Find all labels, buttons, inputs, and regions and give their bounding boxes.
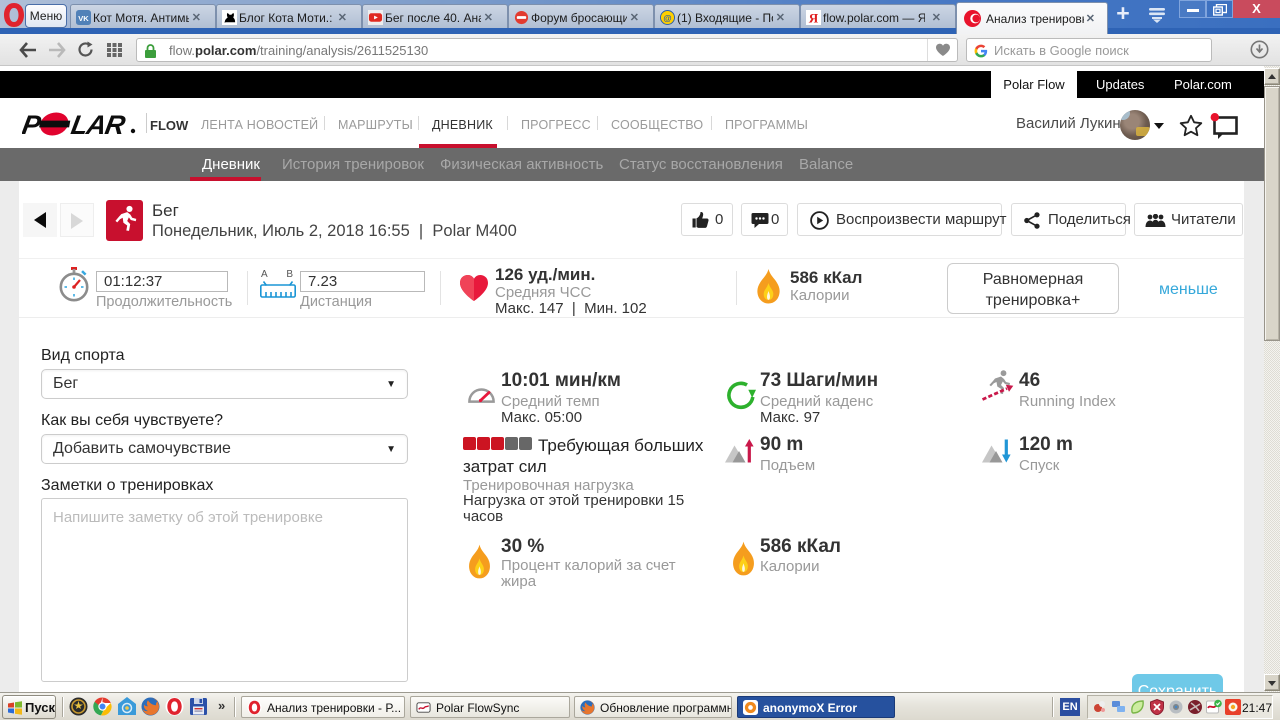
svg-text:Я: Я bbox=[809, 11, 819, 25]
svg-text:LAR: LAR bbox=[69, 111, 128, 137]
svg-text:@: @ bbox=[663, 13, 671, 23]
svg-text:VK: VK bbox=[78, 14, 89, 23]
